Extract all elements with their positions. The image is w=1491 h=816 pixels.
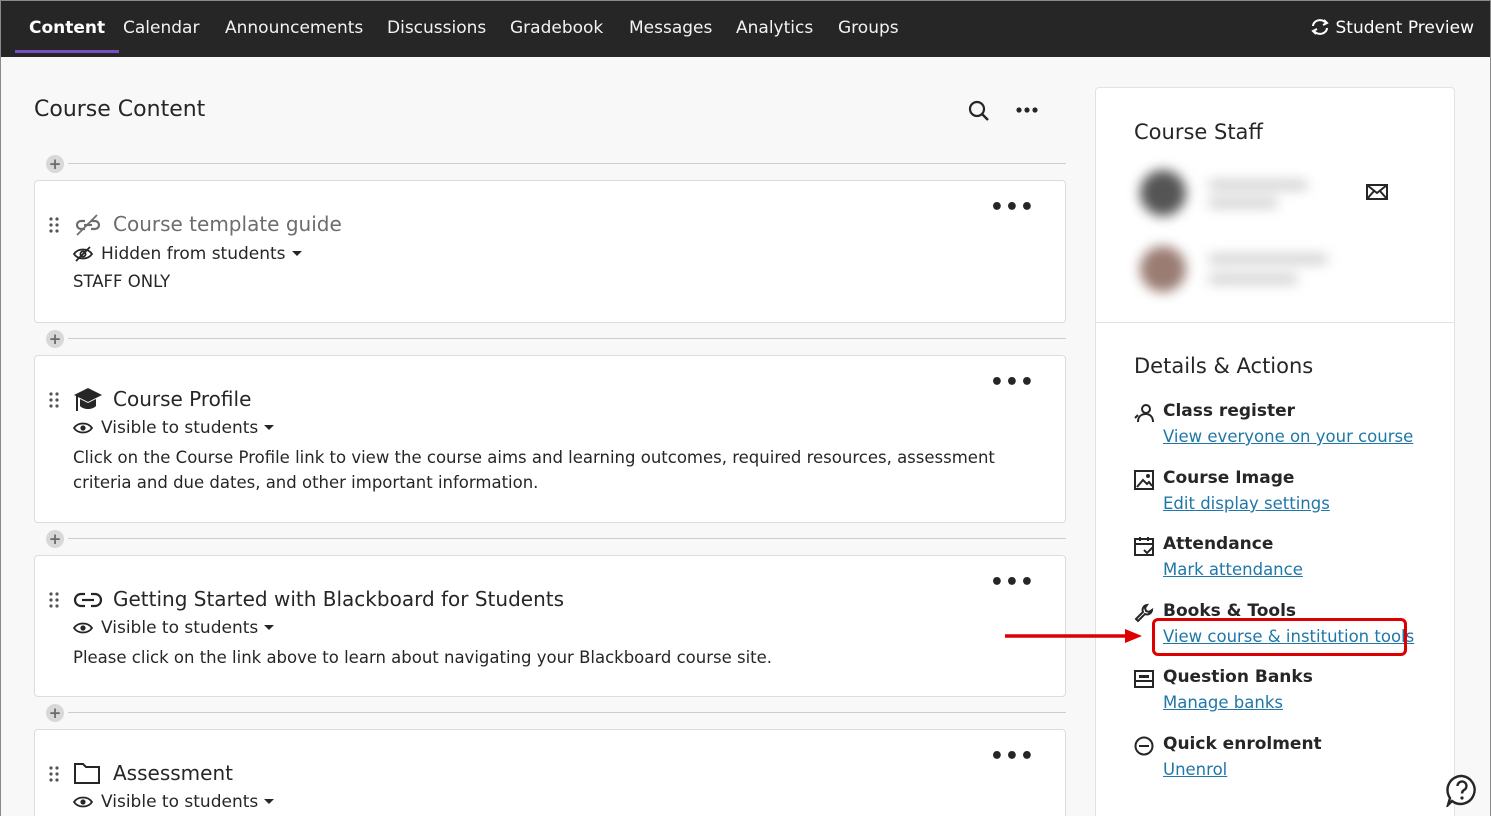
content-item-description: Please click on the link above to learn … <box>73 648 773 667</box>
visibility-label: Visible to students <box>101 618 259 638</box>
link-off-icon <box>75 214 101 236</box>
tab-calendar[interactable]: Calendar <box>123 1 199 55</box>
chevron-down-icon <box>264 425 275 430</box>
refresh-icon <box>1310 19 1329 35</box>
page-title: Course Content <box>34 97 206 122</box>
item-more-options-icon[interactable]: ••• <box>990 570 1035 595</box>
drag-handle-icon[interactable] <box>49 217 59 233</box>
add-content-divider[interactable]: + <box>46 703 1066 723</box>
content-item: Course template guide Hidden from studen… <box>34 180 1066 323</box>
drag-handle-icon[interactable] <box>49 392 59 408</box>
visibility-dropdown[interactable]: Visible to students <box>72 418 275 438</box>
annotation-highlight-box <box>1152 618 1407 656</box>
envelope-icon[interactable] <box>1366 184 1388 200</box>
action-title: Quick enrolment <box>1163 734 1322 754</box>
item-more-options-icon[interactable]: ••• <box>990 744 1035 769</box>
eye-icon <box>72 422 94 434</box>
avatar <box>1140 246 1186 292</box>
content-item-title[interactable]: Course template guide <box>113 212 342 236</box>
drag-handle-icon[interactable] <box>49 592 59 608</box>
student-preview-label: Student Preview <box>1335 18 1475 38</box>
minus-circle-icon <box>1134 736 1154 756</box>
folder-icon <box>74 763 100 784</box>
class-register-link[interactable]: View everyone on your course <box>1163 427 1413 446</box>
tab-analytics[interactable]: Analytics <box>736 1 813 55</box>
visibility-dropdown[interactable]: Visible to students <box>72 792 275 812</box>
details-actions-heading: Details & Actions <box>1134 354 1314 378</box>
content-item-title[interactable]: Assessment <box>113 761 233 785</box>
eye-off-icon <box>72 246 94 262</box>
panel-divider <box>1096 322 1454 323</box>
visibility-dropdown[interactable]: Hidden from students <box>72 244 302 264</box>
chevron-down-icon <box>291 251 302 256</box>
chevron-down-icon <box>264 625 275 630</box>
tab-gradebook[interactable]: Gradebook <box>510 1 603 55</box>
action-title: Question Banks <box>1163 667 1313 687</box>
plus-icon[interactable]: + <box>46 530 64 548</box>
visibility-dropdown[interactable]: Visible to students <box>72 618 275 638</box>
drag-handle-icon[interactable] <box>49 766 59 782</box>
add-content-divider[interactable]: + <box>46 329 1066 349</box>
plus-icon[interactable]: + <box>46 330 64 348</box>
content-item-description: STAFF ONLY <box>73 272 171 291</box>
bank-icon <box>1134 670 1154 688</box>
chevron-down-icon <box>264 799 275 804</box>
help-icon[interactable] <box>1445 773 1479 807</box>
people-icon <box>1134 404 1154 423</box>
item-more-options-icon[interactable]: ••• <box>990 370 1035 395</box>
details-panel: Course Staff Details & Actions Class reg… <box>1095 87 1455 816</box>
item-more-options-icon[interactable]: ••• <box>990 195 1035 220</box>
search-icon[interactable] <box>968 100 990 122</box>
course-staff-list <box>1128 154 1338 312</box>
image-icon <box>1134 470 1154 490</box>
calendar-check-icon <box>1134 537 1154 556</box>
unenrol-link[interactable]: Unenrol <box>1163 760 1227 779</box>
action-title: Attendance <box>1163 534 1274 554</box>
add-content-divider[interactable]: + <box>46 154 1066 174</box>
content-item: Getting Started with Blackboard for Stud… <box>34 555 1066 697</box>
top-navigation: Content Calendar Announcements Discussio… <box>1 1 1490 57</box>
more-options-icon[interactable] <box>1016 107 1038 113</box>
eye-icon <box>72 796 94 808</box>
visibility-label: Visible to students <box>101 418 259 438</box>
wrench-icon <box>1134 603 1154 623</box>
content-item: Assessment Visible to students ••• <box>34 729 1066 816</box>
content-item-description: Click on the Course Profile link to view… <box>73 448 995 492</box>
tab-groups[interactable]: Groups <box>838 1 899 55</box>
add-content-divider[interactable]: + <box>46 529 1066 549</box>
action-title: Course Image <box>1163 468 1295 488</box>
plus-icon[interactable]: + <box>46 704 64 722</box>
mark-attendance-link[interactable]: Mark attendance <box>1163 560 1303 579</box>
eye-icon <box>72 622 94 634</box>
student-preview-button[interactable]: Student Preview <box>1310 1 1475 55</box>
course-staff-heading: Course Staff <box>1134 120 1263 144</box>
tab-discussions[interactable]: Discussions <box>387 1 486 55</box>
content-item-title[interactable]: Getting Started with Blackboard for Stud… <box>113 587 564 611</box>
tab-messages[interactable]: Messages <box>629 1 712 55</box>
action-title: Class register <box>1163 401 1295 421</box>
manage-banks-link[interactable]: Manage banks <box>1163 693 1283 712</box>
plus-icon[interactable]: + <box>46 155 64 173</box>
content-item: Course Profile Visible to students Click… <box>34 355 1066 523</box>
edit-display-settings-link[interactable]: Edit display settings <box>1163 494 1330 513</box>
visibility-label: Hidden from students <box>101 244 286 264</box>
graduation-cap-icon <box>74 388 102 411</box>
annotation-arrow-icon <box>1005 629 1142 643</box>
avatar <box>1140 170 1186 216</box>
visibility-label: Visible to students <box>101 792 259 812</box>
tab-announcements[interactable]: Announcements <box>225 1 363 55</box>
link-icon <box>73 592 103 608</box>
tab-content[interactable]: Content <box>14 1 120 55</box>
content-item-title[interactable]: Course Profile <box>113 387 251 411</box>
